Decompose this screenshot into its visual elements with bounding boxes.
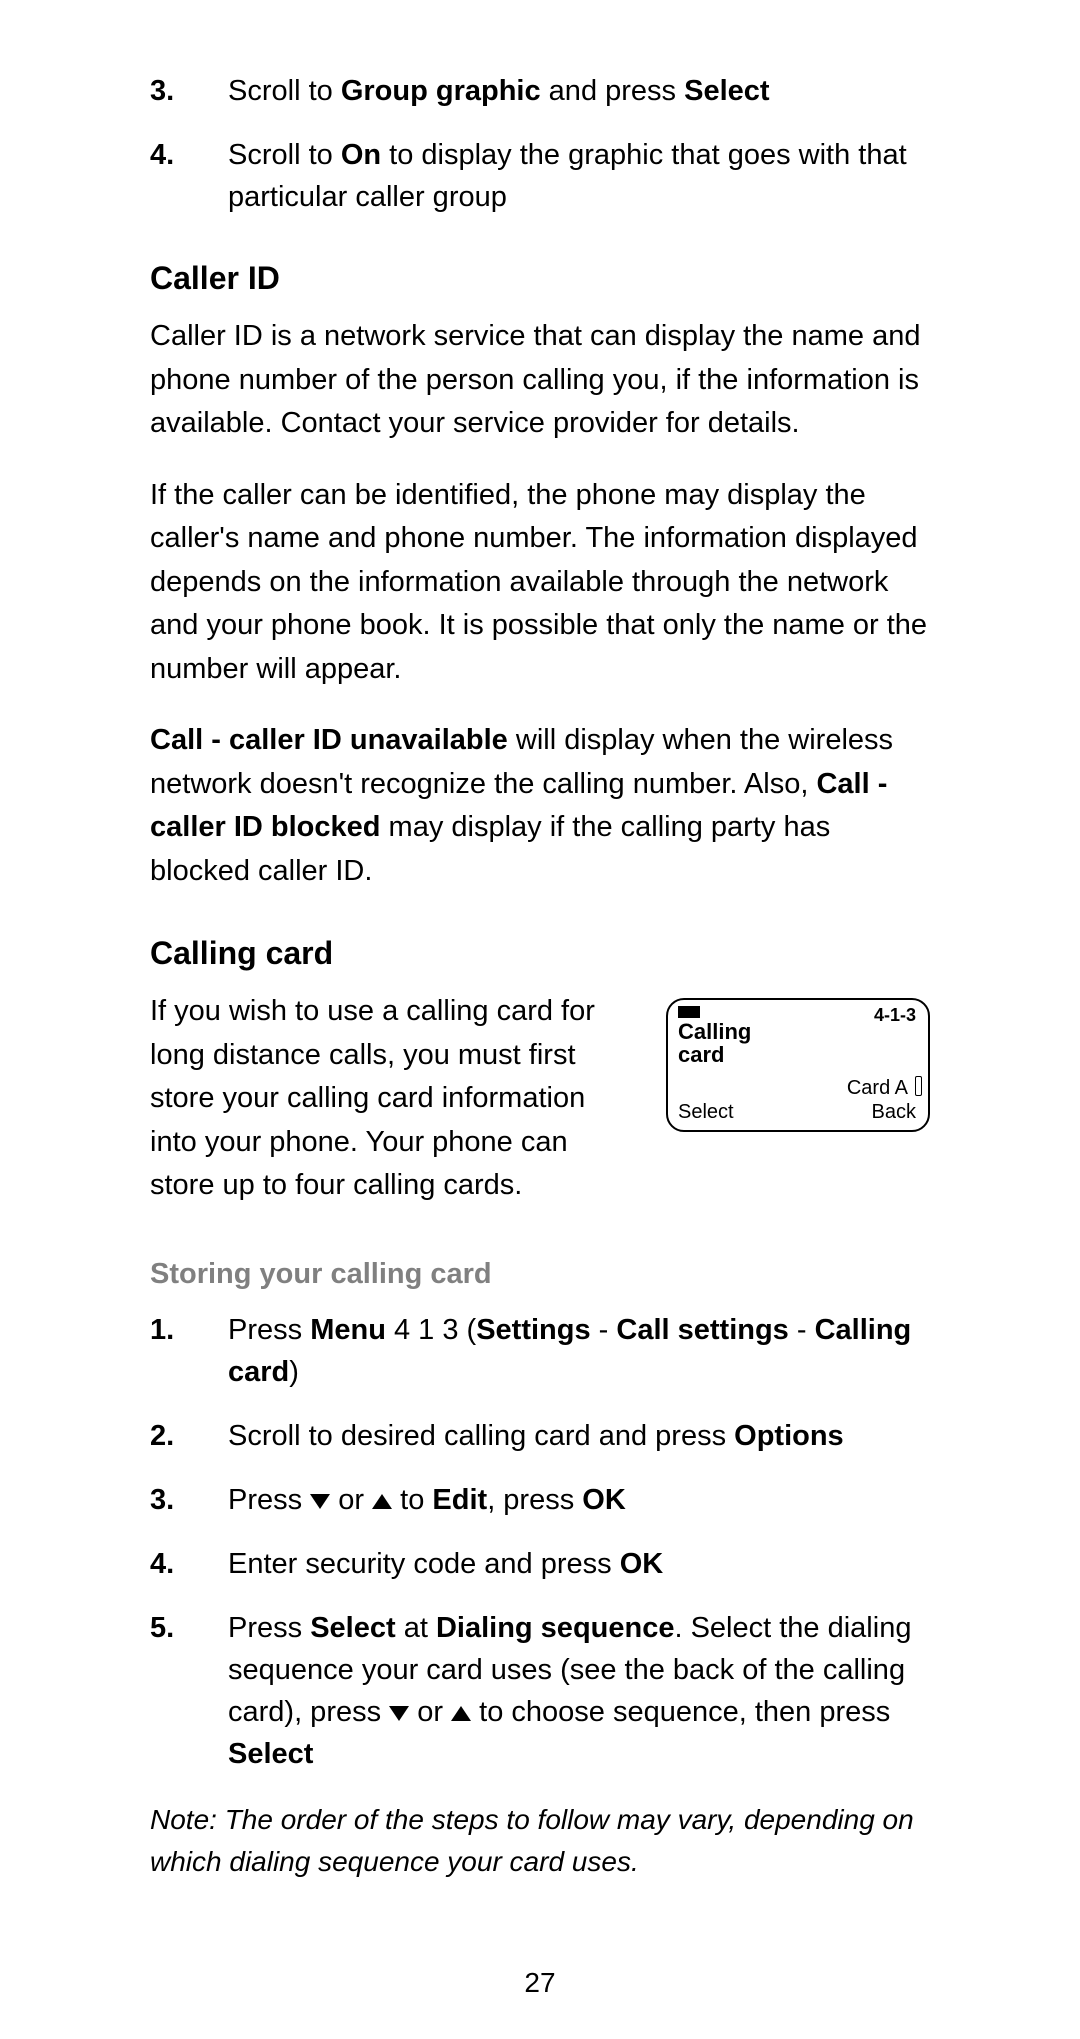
triangle-up-icon <box>372 1494 392 1509</box>
calling-card-row: If you wish to use a calling card for lo… <box>150 990 930 1224</box>
caller-id-p2: If the caller can be identified, the pho… <box>150 474 930 692</box>
bold-text: On <box>341 139 381 171</box>
phone-screen-illustration: 4-1-3 Calling card Card A Select Back <box>666 998 930 1132</box>
bold-text: Settings <box>476 1314 590 1346</box>
page-content: 3.Scroll to Group graphic and press Sele… <box>150 70 930 1883</box>
list-item: 2.Scroll to desired calling card and pre… <box>150 1415 930 1457</box>
screen-card-label: Card A <box>847 1077 908 1100</box>
bold-text: OK <box>620 1548 664 1580</box>
step-number: 2. <box>150 1415 228 1457</box>
step-number: 1. <box>150 1309 228 1393</box>
bold-text: Select <box>684 75 769 107</box>
bold-text: Select <box>310 1612 395 1644</box>
screen-title-line2: card <box>678 1042 724 1067</box>
list-item: 3.Scroll to Group graphic and press Sele… <box>150 70 930 112</box>
triangle-up-icon <box>451 1706 471 1721</box>
bold-text: Group graphic <box>341 75 541 107</box>
step-body: Press Menu 4 1 3 (Settings - Call settin… <box>228 1309 930 1393</box>
calling-card-note: Note: The order of the steps to follow m… <box>150 1799 930 1883</box>
caller-id-p3: Call - caller ID unavailable will displa… <box>150 719 930 893</box>
step-body: Enter security code and press OK <box>228 1543 930 1585</box>
bold-text: Call - caller ID unavailable <box>150 724 508 756</box>
caller-id-p1: Caller ID is a network service that can … <box>150 315 930 446</box>
list-item: 5.Press Select at Dialing sequence. Sele… <box>150 1607 930 1775</box>
step-number: 3. <box>150 1479 228 1521</box>
step-body: Scroll to Group graphic and press Select <box>228 70 930 112</box>
step-number: 3. <box>150 70 228 112</box>
bold-text: Dialing sequence <box>436 1612 675 1644</box>
caller-id-heading: Caller ID <box>150 260 930 297</box>
page-number: 27 <box>0 1967 1080 1999</box>
top-steps-list: 3.Scroll to Group graphic and press Sele… <box>150 70 930 218</box>
triangle-down-icon <box>389 1706 409 1721</box>
bold-text: OK <box>582 1484 626 1516</box>
bold-text: Edit <box>432 1484 487 1516</box>
step-body: Press Select at Dialing sequence. Select… <box>228 1607 930 1775</box>
step-number: 5. <box>150 1607 228 1775</box>
bold-text: Call settings <box>616 1314 788 1346</box>
bold-text: Call - caller ID blocked <box>150 768 887 844</box>
list-item: 1.Press Menu 4 1 3 (Settings - Call sett… <box>150 1309 930 1393</box>
screen-code: 4-1-3 <box>874 1005 916 1026</box>
bold-text: Options <box>734 1420 844 1452</box>
storing-steps-list: 1.Press Menu 4 1 3 (Settings - Call sett… <box>150 1309 930 1775</box>
screen-back-softkey: Back <box>872 1101 916 1124</box>
calling-card-intro: If you wish to use a calling card for lo… <box>150 990 636 1208</box>
step-number: 4. <box>150 1543 228 1585</box>
signal-icon <box>678 1006 700 1018</box>
step-number: 4. <box>150 134 228 218</box>
bold-text: Menu <box>310 1314 386 1346</box>
screen-title: Calling card <box>678 1020 751 1066</box>
bold-text: Select <box>228 1738 313 1770</box>
storing-subheading: Storing your calling card <box>150 1258 930 1291</box>
list-item: 4.Scroll to On to display the graphic th… <box>150 134 930 218</box>
list-item: 3.Press or to Edit, press OK <box>150 1479 930 1521</box>
list-item: 4.Enter security code and press OK <box>150 1543 930 1585</box>
step-body: Scroll to desired calling card and press… <box>228 1415 930 1457</box>
step-body: Scroll to On to display the graphic that… <box>228 134 930 218</box>
calling-card-heading: Calling card <box>150 935 930 972</box>
screen-scroll-indicator <box>915 1076 922 1096</box>
screen-title-line1: Calling <box>678 1019 751 1044</box>
triangle-down-icon <box>310 1494 330 1509</box>
screen-select-softkey: Select <box>678 1101 734 1124</box>
step-body: Press or to Edit, press OK <box>228 1479 930 1521</box>
